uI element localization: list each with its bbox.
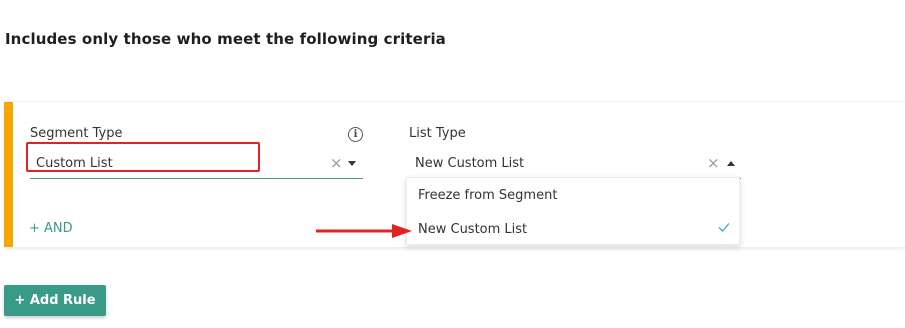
clear-icon[interactable]: ×	[707, 153, 720, 173]
dropdown-option-freeze-from-segment[interactable]: Freeze from Segment	[407, 178, 739, 212]
annotation-highlight-box	[26, 142, 260, 172]
annotation-arrow-icon	[316, 224, 412, 238]
list-type-label: List Type	[409, 126, 466, 141]
chevron-down-icon[interactable]	[348, 161, 356, 166]
dropdown-option-new-custom-list[interactable]: New Custom List	[407, 212, 739, 246]
dropdown-option-label: New Custom List	[418, 222, 528, 237]
list-type-select[interactable]: New Custom List ×	[409, 148, 741, 179]
list-type-value: New Custom List	[415, 156, 525, 171]
check-icon	[718, 223, 730, 232]
clear-icon[interactable]: ×	[330, 153, 343, 173]
add-and-condition-link[interactable]: + AND	[29, 221, 73, 236]
dropdown-option-label: Freeze from Segment	[418, 188, 558, 203]
add-rule-button[interactable]: + Add Rule	[4, 285, 106, 316]
list-type-dropdown: Freeze from Segment New Custom List	[406, 177, 740, 245]
chevron-up-icon[interactable]	[727, 161, 735, 166]
info-icon[interactable]: i	[348, 127, 363, 142]
segment-type-label: Segment Type	[30, 126, 123, 141]
criteria-heading: Includes only those who meet the followi…	[5, 30, 446, 48]
rule-accent-bar	[4, 102, 13, 247]
